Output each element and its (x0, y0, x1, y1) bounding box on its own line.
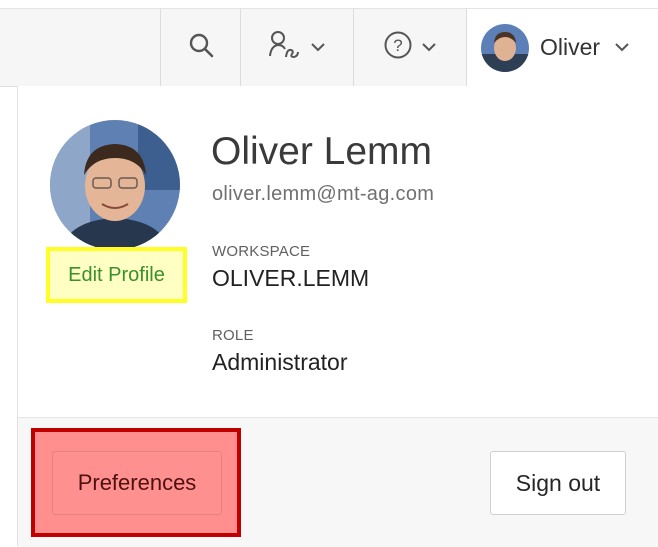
role-value: Administrator (212, 349, 348, 375)
avatar (50, 120, 180, 250)
profile-email: oliver.lemm@mt-ag.com (212, 183, 435, 205)
edit-profile-highlight: Edit Profile (46, 247, 187, 303)
chevron-down-icon (614, 39, 630, 57)
search-button[interactable] (160, 9, 240, 86)
user-menu-label: Oliver (540, 34, 601, 60)
toolbar-top-edge (0, 0, 658, 9)
workspace-label: WORKSPACE (212, 243, 311, 260)
chevron-down-icon (310, 39, 326, 57)
workspace-value: OLIVER.LEMM (212, 265, 370, 291)
user-admin-icon (268, 30, 302, 65)
edit-profile-link[interactable]: Edit Profile (68, 264, 165, 287)
user-menu-button[interactable]: Oliver (466, 9, 658, 87)
help-menu-button[interactable]: ? (353, 9, 466, 86)
user-avatar-small (481, 23, 529, 72)
sign-out-button[interactable]: Sign out (490, 451, 626, 515)
help-icon: ? (383, 30, 413, 65)
chevron-down-icon (421, 39, 437, 57)
profile-full-name: Oliver Lemm (211, 130, 433, 173)
svg-text:?: ? (393, 36, 402, 55)
role-label: ROLE (212, 327, 254, 344)
search-icon (188, 32, 214, 63)
admin-menu-button[interactable] (240, 9, 353, 86)
preferences-button[interactable]: Preferences (52, 451, 222, 515)
top-toolbar: ? Oliver (0, 0, 658, 87)
